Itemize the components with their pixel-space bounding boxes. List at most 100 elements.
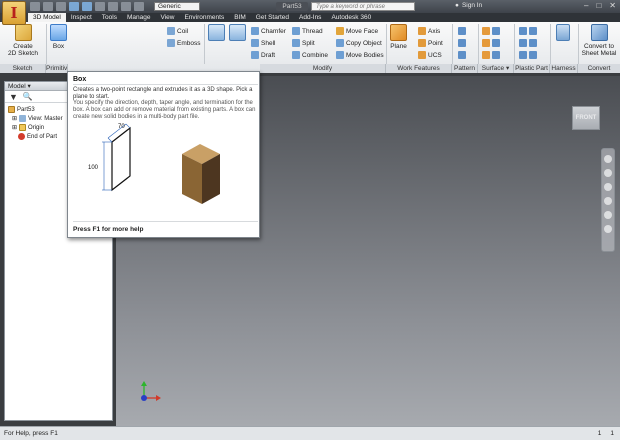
- select-icon[interactable]: [121, 2, 131, 11]
- split-button[interactable]: Split: [292, 38, 315, 48]
- shell-button[interactable]: Shell: [251, 38, 275, 48]
- box-button[interactable]: Box: [50, 24, 67, 50]
- harness-button[interactable]: [556, 24, 570, 43]
- navigation-bar: [601, 148, 615, 252]
- draft-button[interactable]: Draft: [251, 50, 275, 60]
- tab-bim[interactable]: BIM: [229, 13, 251, 22]
- move-bodies-button[interactable]: Move Bodies: [336, 50, 384, 60]
- find-icon[interactable]: 🔍: [23, 92, 33, 101]
- tab-inspect[interactable]: Inspect: [66, 13, 97, 22]
- tab-3d-model[interactable]: 3D Model: [28, 13, 66, 22]
- tooltip-summary: Creates a two-point rectangle and extrud…: [73, 87, 253, 100]
- window-controls: – □ ✕: [584, 1, 616, 10]
- home-icon[interactable]: [95, 2, 105, 11]
- minimize-icon[interactable]: –: [584, 1, 588, 10]
- dimension-height-label: 100: [88, 165, 99, 171]
- surface-tool-1-button[interactable]: [482, 26, 500, 36]
- ucs-button[interactable]: UCS: [418, 50, 442, 60]
- panel-label-harness: Harness: [550, 64, 578, 73]
- zoom-icon[interactable]: [604, 183, 612, 191]
- move-face-button[interactable]: Move Face: [336, 26, 378, 36]
- plastic-tool-3-button[interactable]: [519, 50, 537, 60]
- coordinate-triad-icon: [141, 381, 161, 401]
- steering-wheel-icon[interactable]: [604, 155, 612, 163]
- end-of-part-icon: [18, 133, 25, 140]
- open-icon[interactable]: [43, 2, 53, 11]
- update-icon[interactable]: [108, 2, 118, 11]
- tab-environments[interactable]: Environments: [179, 13, 229, 22]
- user-icon: ●: [455, 2, 459, 9]
- redo-icon[interactable]: [82, 2, 92, 11]
- tab-autodesk-360[interactable]: Autodesk 360: [326, 13, 376, 22]
- thread-button[interactable]: Thread: [292, 26, 323, 36]
- tab-manage[interactable]: Manage: [122, 13, 156, 22]
- material-icon[interactable]: [134, 2, 144, 11]
- browser-title: Model: [8, 83, 26, 90]
- application-menu-button[interactable]: I: [2, 1, 26, 25]
- appearance-select[interactable]: Generic: [154, 2, 200, 11]
- panel-label-surface[interactable]: Surface ▾: [478, 64, 514, 73]
- plastic-tool-2-button[interactable]: [519, 38, 537, 48]
- viewcube[interactable]: FRONT: [572, 106, 600, 130]
- tab-view[interactable]: View: [155, 13, 179, 22]
- sculpt-icon: [492, 27, 500, 35]
- convert-to-sheet-metal-button[interactable]: Convert to Sheet Metal: [580, 24, 618, 57]
- circular-pattern-button[interactable]: [458, 38, 466, 48]
- expand-icon[interactable]: ⊞: [12, 124, 17, 131]
- point-button[interactable]: Point: [418, 38, 443, 48]
- tab-tools[interactable]: Tools: [97, 13, 122, 22]
- fillet-icon: [208, 24, 225, 41]
- chamfer-icon: [251, 27, 259, 35]
- tab-add-ins[interactable]: Add-Ins: [294, 13, 326, 22]
- axis-button[interactable]: Axis: [418, 26, 440, 36]
- rectangular-pattern-button[interactable]: [458, 26, 466, 36]
- plane-button[interactable]: Plane: [390, 24, 407, 50]
- sheet-metal-icon: [590, 24, 608, 41]
- look-at-icon[interactable]: [604, 211, 612, 219]
- expand-icon[interactable]: ⊞: [12, 115, 17, 122]
- dimension-width-label: 70: [118, 124, 125, 130]
- plastic-tool-1-button[interactable]: [519, 26, 537, 36]
- circular-pattern-icon: [458, 39, 466, 47]
- coil-button[interactable]: Coil: [167, 26, 188, 36]
- lip-icon: [529, 51, 537, 59]
- stitch-icon: [482, 27, 490, 35]
- undo-icon[interactable]: [69, 2, 79, 11]
- filter-icon[interactable]: ▼: [9, 92, 18, 102]
- copy-object-button[interactable]: Copy Object: [336, 38, 382, 48]
- panel-label-sketch: Sketch: [0, 64, 46, 73]
- sign-in-button[interactable]: ● Sign In: [455, 2, 482, 9]
- combine-button[interactable]: Combine: [292, 50, 328, 60]
- new-icon[interactable]: [30, 2, 40, 11]
- fillet-button[interactable]: [208, 24, 225, 43]
- boss-icon: [529, 27, 537, 35]
- move-face-icon: [336, 27, 344, 35]
- close-icon[interactable]: ✕: [609, 1, 616, 10]
- save-icon[interactable]: [56, 2, 66, 11]
- view-icon: [19, 115, 27, 122]
- move-bodies-icon: [336, 51, 344, 59]
- view-face-icon[interactable]: [604, 225, 612, 233]
- mirror-button[interactable]: [458, 50, 466, 60]
- create-2d-sketch-button[interactable]: Create 2D Sketch: [8, 24, 38, 57]
- sign-in-label: Sign In: [461, 2, 483, 9]
- search-input[interactable]: Type a keyword or phrase: [311, 2, 415, 11]
- document-title: Part53: [276, 2, 308, 11]
- ribbon: Create 2D Sketch Sketch Box Primitives C…: [0, 22, 620, 73]
- pan-icon[interactable]: [604, 169, 612, 177]
- emboss-button[interactable]: Emboss: [167, 38, 200, 48]
- orbit-icon[interactable]: [604, 197, 612, 205]
- maximize-icon[interactable]: □: [596, 1, 601, 10]
- thread-icon: [292, 27, 300, 35]
- panel-label-pattern: Pattern: [452, 64, 478, 73]
- surface-tool-2-button[interactable]: [482, 38, 500, 48]
- tab-get-started[interactable]: Get Started: [251, 13, 294, 22]
- hole-button[interactable]: [229, 24, 246, 43]
- surface-tool-3-button[interactable]: [482, 50, 500, 60]
- status-counts: 1 1: [597, 430, 614, 437]
- axis-icon: [418, 27, 426, 35]
- chamfer-button[interactable]: Chamfer: [251, 26, 286, 36]
- panel-label-work-features: Work Features: [386, 64, 452, 73]
- plane-icon: [390, 24, 407, 41]
- replace-face-icon: [492, 51, 500, 59]
